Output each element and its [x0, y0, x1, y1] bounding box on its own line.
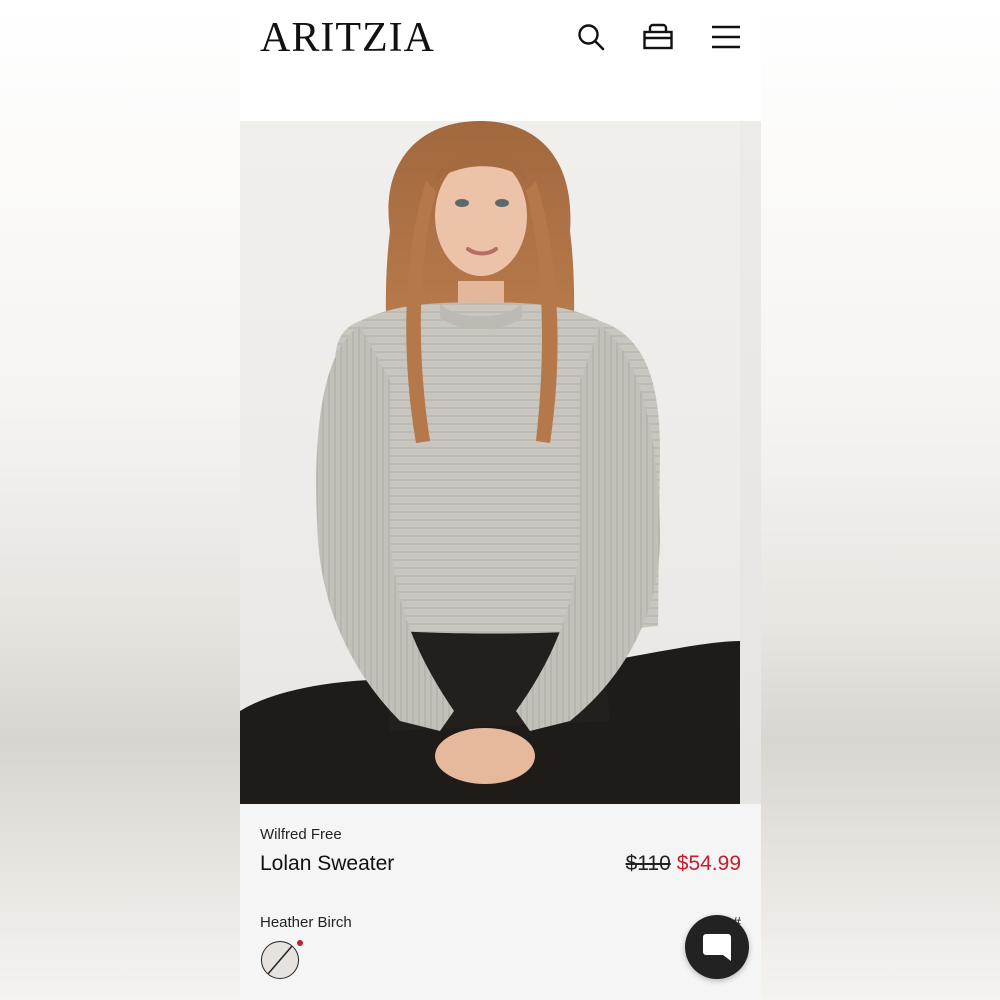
price-original: $110 [625, 852, 671, 875]
product-info: Wilfred Free Lolan Sweater $110 $54.99 He… [240, 804, 761, 1000]
next-image-peek[interactable] [740, 121, 761, 804]
price-sale: $54.99 [676, 852, 741, 875]
chat-icon [703, 934, 731, 961]
sale-indicator-dot [297, 940, 303, 946]
brand-logo[interactable]: ARITZIA [260, 14, 435, 62]
menu-icon[interactable] [709, 20, 743, 54]
price: $110 $54.99 [626, 852, 741, 876]
chat-button[interactable] [685, 915, 749, 979]
background-right [760, 0, 1000, 1000]
site-header: ARITZIA [240, 0, 761, 120]
background-left [0, 0, 240, 1000]
color-name: Heather Birch [260, 914, 352, 931]
shopping-bag-icon[interactable] [641, 20, 675, 54]
search-icon[interactable] [574, 20, 608, 54]
product-image[interactable] [240, 121, 740, 804]
product-page: ARITZIA Wilfred Free Lolan Sweater $110 … [240, 0, 761, 1000]
color-swatch-heather-birch[interactable] [261, 941, 299, 979]
product-brand[interactable]: Wilfred Free [260, 826, 342, 843]
product-name: Lolan Sweater [260, 852, 395, 875]
